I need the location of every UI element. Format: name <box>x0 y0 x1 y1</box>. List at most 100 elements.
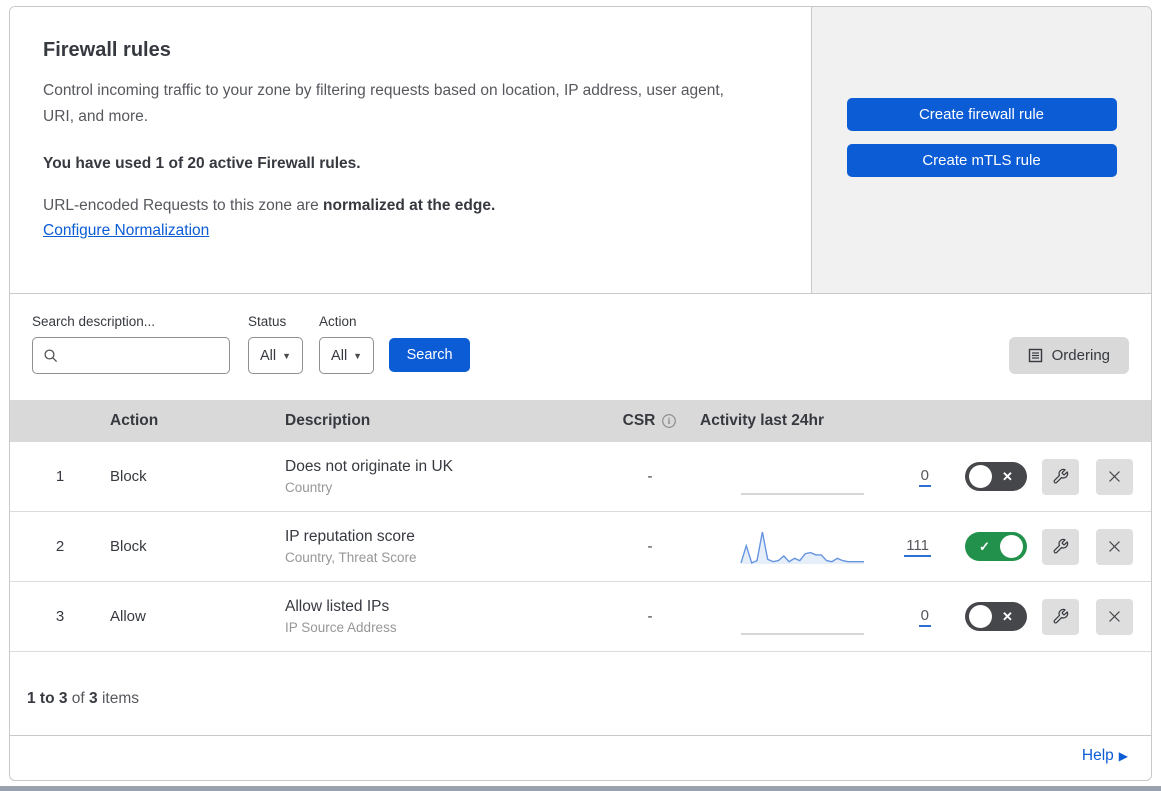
rule-description-cell: Does not originate in UK Country <box>285 458 600 495</box>
rule-priority: 1 <box>55 468 65 485</box>
rule-description: IP reputation score <box>285 528 415 545</box>
delete-rule-button[interactable] <box>1096 598 1133 635</box>
check-icon: ✓ <box>979 539 990 554</box>
rule-action: Allow <box>110 608 146 625</box>
delete-rule-button[interactable] <box>1096 528 1133 565</box>
action-dropdown[interactable]: All ▼ <box>319 337 375 374</box>
page-title: Firewall rules <box>43 39 171 61</box>
chevron-down-icon: ▼ <box>282 350 292 361</box>
rule-enabled-toggle[interactable]: ✓✕ <box>965 602 1027 631</box>
close-icon <box>1109 541 1120 552</box>
delete-rule-button[interactable] <box>1096 458 1133 495</box>
page-description: Control incoming traffic to your zone by… <box>43 82 724 125</box>
normalization-bold: normalized at the edge. <box>323 197 496 215</box>
edit-rule-button[interactable] <box>1042 528 1079 565</box>
rule-controls: ✓✕ <box>945 458 1151 495</box>
rule-description-cell: Allow listed IPs IP Source Address <box>285 598 600 635</box>
rule-enabled-toggle[interactable]: ✓✕ <box>965 532 1027 561</box>
activity-count-link[interactable]: 111 <box>904 537 931 557</box>
table-row: 3 Allow Allow listed IPs IP Source Addre… <box>10 582 1151 652</box>
search-input[interactable] <box>32 337 230 374</box>
items-range: 1 to 3 <box>27 690 68 707</box>
search-label: Search description... <box>32 314 156 329</box>
usage-summary: You have used 1 of 20 active Firewall ru… <box>43 155 361 173</box>
rule-activity-cell: 0 <box>700 456 945 498</box>
edit-rule-button[interactable] <box>1042 458 1079 495</box>
pagination-summary: 1 to 3 of 3 items <box>10 652 1151 724</box>
chevron-down-icon: ▼ <box>353 350 363 361</box>
toggle-knob <box>969 605 992 628</box>
status-dropdown-value: All <box>260 347 277 364</box>
filter-bar: Search description... Status All ▼ Actio… <box>10 294 1151 400</box>
wrench-icon <box>1053 538 1069 554</box>
edit-rule-button[interactable] <box>1042 598 1079 635</box>
status-filter-group: Status All ▼ <box>248 314 304 374</box>
wrench-icon <box>1053 608 1069 624</box>
rule-fields: IP Source Address <box>285 620 397 635</box>
rule-csr: - <box>647 468 653 485</box>
wrench-icon <box>1053 468 1069 484</box>
rule-fields: Country <box>285 480 333 495</box>
rule-csr: - <box>647 538 653 555</box>
firewall-rules-card: Firewall rules Control incoming traffic … <box>9 6 1152 781</box>
status-dropdown[interactable]: All ▼ <box>248 337 304 374</box>
table-header: Action Description CSR i Activity last 2… <box>10 400 1151 442</box>
search-button[interactable]: Search <box>389 338 471 372</box>
items-word: items <box>101 690 140 707</box>
page-bottom-edge <box>0 786 1161 791</box>
action-label: Action <box>319 314 357 329</box>
x-icon: ✕ <box>1002 469 1013 484</box>
create-mtls-rule-button[interactable]: Create mTLS rule <box>846 143 1117 177</box>
info-icon[interactable]: i <box>661 413 677 429</box>
search-icon <box>44 348 58 362</box>
help-label: Help <box>1081 747 1114 764</box>
ordering-list-icon <box>1028 348 1042 363</box>
activity-sparkline <box>741 632 864 635</box>
x-icon: ✕ <box>1002 609 1013 624</box>
activity-count-link[interactable]: 0 <box>918 607 931 627</box>
header-csr-label: CSR <box>622 412 656 429</box>
help-row: Help ▶ <box>10 735 1151 780</box>
intro-text-panel: Firewall rules Control incoming traffic … <box>10 7 811 293</box>
svg-text:i: i <box>668 416 671 426</box>
action-filter-group: Action All ▼ <box>319 314 375 374</box>
help-link[interactable]: Help ▶ <box>1082 747 1128 764</box>
search-group: Search description... <box>32 314 230 374</box>
rule-enabled-toggle[interactable]: ✓✕ <box>965 462 1027 491</box>
create-actions-panel: Create firewall rule Create mTLS rule <box>811 7 1151 293</box>
header-activity: Activity last 24hr <box>700 412 825 429</box>
create-firewall-rule-button[interactable]: Create firewall rule <box>846 97 1117 131</box>
rule-fields: Country, Threat Score <box>285 550 417 565</box>
arrow-right-icon: ▶ <box>1118 749 1128 763</box>
header-description: Description <box>285 412 371 429</box>
close-icon <box>1109 471 1120 482</box>
rule-action: Block <box>110 538 147 555</box>
action-dropdown-value: All <box>331 347 348 364</box>
rule-controls: ✓✕ <box>945 598 1151 635</box>
rule-description: Allow listed IPs <box>285 598 390 615</box>
rule-activity-cell: 0 <box>700 596 945 638</box>
header-action: Action <box>110 412 159 429</box>
configure-normalization-link[interactable]: Configure Normalization <box>43 222 209 240</box>
table-row: 1 Block Does not originate in UK Country… <box>10 442 1151 512</box>
rule-priority: 2 <box>55 538 65 555</box>
toggle-knob <box>1000 535 1023 558</box>
items-of: of <box>71 690 85 707</box>
items-total: 3 <box>89 690 98 707</box>
activity-sparkline <box>741 492 864 495</box>
ordering-button-label: Ordering <box>1051 347 1110 364</box>
activity-sparkline <box>740 531 864 564</box>
rule-action: Block <box>110 468 147 485</box>
header-csr: CSR i <box>600 412 700 430</box>
status-label: Status <box>248 314 287 329</box>
rule-csr: - <box>647 608 653 625</box>
normalization-text: URL-encoded Requests to this zone are <box>43 197 324 215</box>
rule-priority: 3 <box>55 608 65 625</box>
table-row: 2 Block IP reputation score Country, Thr… <box>10 512 1151 582</box>
rule-activity-cell: 111 <box>700 526 945 568</box>
rule-controls: ✓✕ <box>945 528 1151 565</box>
close-icon <box>1109 611 1120 622</box>
toggle-knob <box>969 465 992 488</box>
activity-count-link[interactable]: 0 <box>918 467 931 487</box>
ordering-button[interactable]: Ordering <box>1008 337 1129 374</box>
